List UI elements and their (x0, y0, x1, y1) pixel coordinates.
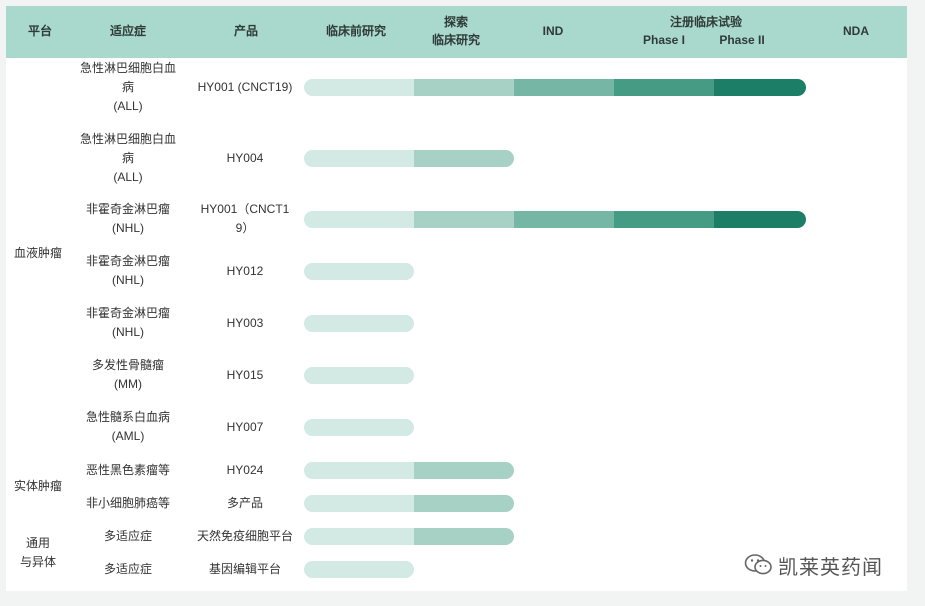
platform-label: 实体肿瘤 (13, 478, 62, 493)
progress-bar-segment (414, 78, 514, 96)
progress-bar (304, 78, 806, 96)
progress-bar-segment (304, 418, 414, 436)
indication-cell: 非霍奇金淋巴瘤 (NHL) (85, 202, 170, 235)
progress-bar-segment (714, 78, 806, 96)
product-cell: HY001 (CNCT19) (197, 79, 293, 94)
platform-label: 血液肿瘤 (13, 245, 62, 260)
table-header: 平台 适应症 产品 临床前研究 探索 临床研究 IND 注册临床试验 Phase… (6, 6, 907, 58)
header-ind: IND (542, 24, 564, 38)
header-exploratory-1: 探索 (443, 15, 468, 29)
progress-bar (304, 210, 806, 228)
progress-bar (304, 494, 514, 512)
platform-label: 通用 与异体 (19, 536, 56, 569)
header-phase2: Phase II (719, 33, 765, 47)
header-platform: 平台 (27, 24, 52, 38)
product-cell: 多产品 (226, 495, 263, 510)
header-product: 产品 (233, 24, 258, 38)
product-cell: HY004 (226, 150, 264, 165)
progress-bar-segment (614, 210, 714, 228)
wechat-icon (744, 554, 772, 575)
progress-bar-segment (414, 210, 514, 228)
progress-bar-segment (304, 210, 414, 228)
progress-bar (304, 149, 514, 167)
indication-cell: 急性髓系白血病 (AML) (85, 410, 170, 443)
watermark: 凯莱英药闻 (744, 551, 883, 579)
progress-bar (304, 366, 414, 384)
product-cell: HY024 (226, 462, 264, 477)
indication-cell: 恶性黑色素瘤等 (85, 462, 170, 477)
product-cell: HY001（CNCT1 9） (200, 202, 290, 235)
indication-cell: 非霍奇金淋巴瘤 (NHL) (85, 306, 170, 339)
indication-cell: 非霍奇金淋巴瘤 (NHL) (85, 254, 170, 287)
indication-cell: 急性淋巴细胞白血病 (ALL) (79, 60, 176, 113)
progress-bar (304, 527, 514, 545)
indication-cell: 急性淋巴细胞白血病 (ALL) (79, 131, 176, 184)
indication-cell: 非小细胞肺癌等 (85, 495, 170, 510)
progress-bar-segment (304, 149, 414, 167)
progress-bar-segment (414, 149, 514, 167)
product-cell: HY003 (226, 315, 264, 330)
header-nda: NDA (843, 24, 869, 38)
pipeline-table: 平台 适应症 产品 临床前研究 探索 临床研究 IND 注册临床试验 Phase… (6, 6, 907, 591)
indication-cell: 多适应症 (103, 561, 152, 576)
progress-bar (304, 461, 514, 479)
progress-bar-segment (414, 461, 514, 479)
progress-bar (304, 262, 414, 280)
progress-bar-segment (614, 78, 714, 96)
progress-bar (304, 560, 414, 578)
product-cell: 基因编辑平台 (208, 561, 281, 576)
progress-bar-segment (714, 210, 806, 228)
indication-cell: 多发性骨髓瘤 (MM) (91, 358, 164, 391)
watermark-text: 凯莱英药闻 (778, 554, 883, 579)
progress-bar-segment (304, 560, 414, 578)
progress-bar-segment (514, 210, 614, 228)
progress-bar-segment (514, 78, 614, 96)
header-exploratory-2: 临床研究 (431, 33, 480, 47)
progress-bar-segment (304, 366, 414, 384)
header-preclinical: 临床前研究 (325, 24, 386, 38)
product-cell: HY012 (226, 263, 264, 278)
header-registration: 注册临床试验 (669, 15, 742, 29)
product-cell: HY007 (226, 419, 264, 434)
product-cell: HY015 (226, 367, 264, 382)
progress-bar-segment (414, 527, 514, 545)
progress-bar-segment (304, 314, 414, 332)
product-cell: 天然免疫细胞平台 (196, 528, 293, 543)
indication-cell: 多适应症 (103, 528, 152, 543)
header-indication: 适应症 (109, 24, 146, 38)
progress-bar-segment (304, 262, 414, 280)
progress-bar (304, 418, 414, 436)
progress-bar-segment (304, 78, 414, 96)
header-phase1: Phase I (642, 33, 686, 47)
progress-bar-segment (414, 494, 514, 512)
progress-bar (304, 314, 414, 332)
progress-bar-segment (304, 494, 414, 512)
progress-bar-segment (304, 527, 414, 545)
progress-bar-segment (304, 461, 414, 479)
